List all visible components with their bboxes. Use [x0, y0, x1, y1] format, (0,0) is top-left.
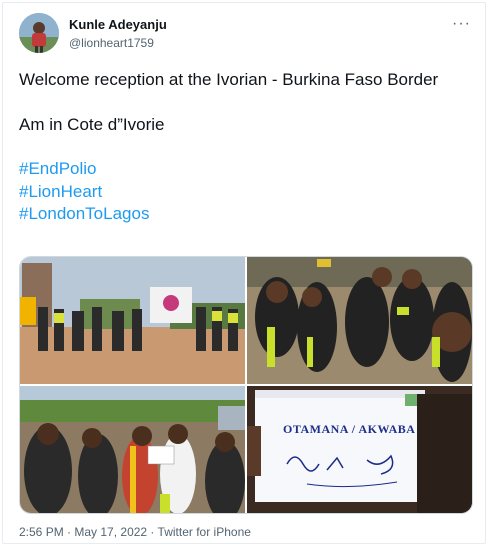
hashtag-lionheart[interactable]: #LionHeart — [19, 181, 459, 204]
media-grid: OTAMANA / AKWABA — [19, 256, 473, 514]
tweet-source[interactable]: Twitter for iPhone — [158, 525, 251, 539]
photo-group-border[interactable] — [20, 257, 245, 384]
photo-crowd-motorcycles[interactable] — [247, 257, 472, 384]
tweet-date[interactable]: May 17, 2022 — [74, 525, 147, 539]
display-name[interactable]: Kunle Adeyanju — [69, 17, 167, 32]
user-handle[interactable]: @lionheart1759 — [69, 36, 154, 50]
hashtag-londontolagos[interactable]: #LondonToLagos — [19, 203, 459, 226]
tweet-text: Welcome reception at the Ivorian - Burki… — [19, 69, 459, 226]
tweet-line-2: Am in Cote d”Ivorie — [19, 114, 165, 134]
meta-separator: · — [147, 525, 158, 539]
tweet-time[interactable]: 2:56 PM — [19, 525, 64, 539]
photo-certificate-group[interactable] — [20, 386, 245, 513]
more-horizontal-icon[interactable]: ··· — [452, 15, 471, 33]
tweet-line-1: Welcome reception at the Ivorian - Burki… — [19, 70, 439, 89]
meta-separator: · — [63, 525, 75, 539]
tweet-meta: 2:56 PM · May 17, 2022 · Twitter for iPh… — [19, 525, 251, 539]
tweet-card: Kunle Adeyanju @lionheart1759 ··· Welcom… — [2, 2, 486, 544]
hashtag-endpolio[interactable]: #EndPolio — [19, 158, 459, 181]
photo-certificate-closeup[interactable]: OTAMANA / AKWABA — [247, 386, 472, 513]
avatar[interactable] — [19, 13, 59, 53]
certificate-banner-text: OTAMANA / AKWABA — [283, 422, 416, 436]
